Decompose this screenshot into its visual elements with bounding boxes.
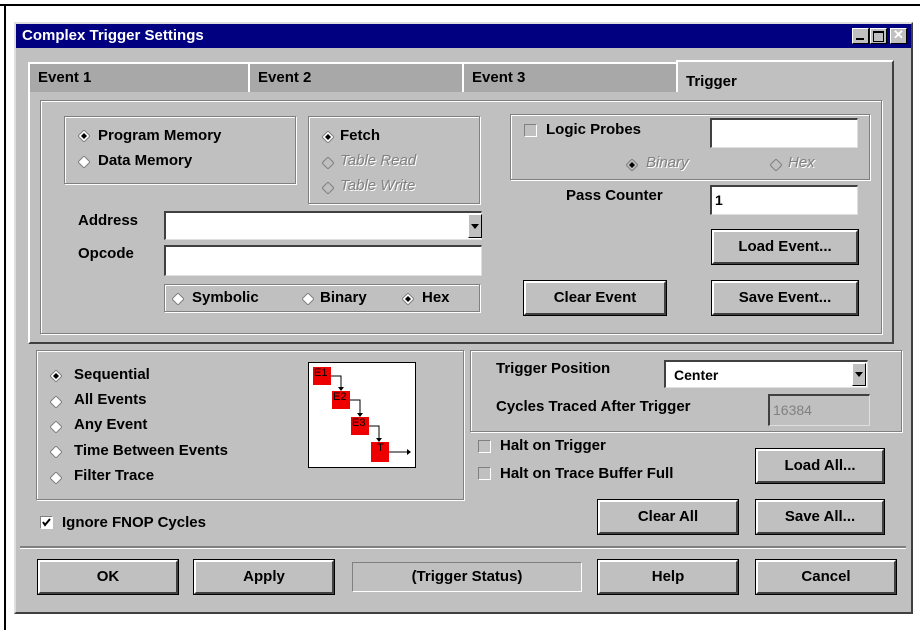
frame-top	[0, 4, 920, 6]
cycles-traced-label: Cycles Traced After Trigger	[496, 398, 691, 415]
sequential-label: Sequential	[74, 366, 150, 383]
cancel-button[interactable]: Cancel	[755, 559, 897, 595]
all-events-radio[interactable]	[49, 395, 63, 409]
halt-on-trigger-checkbox[interactable]	[478, 440, 491, 453]
binary-radio[interactable]	[301, 292, 315, 306]
save-all-button[interactable]: Save All...	[755, 499, 885, 535]
data-memory-label: Data Memory	[98, 152, 193, 169]
address-combobox[interactable]	[164, 211, 482, 240]
table-read-label: Table Read	[340, 152, 417, 169]
address-label: Address	[78, 212, 139, 229]
fetch-radio[interactable]	[321, 130, 335, 144]
address-dropdown-button[interactable]	[468, 214, 482, 238]
help-button[interactable]: Help	[597, 559, 739, 595]
probe-hex-radio[interactable]	[769, 158, 783, 172]
frame-left	[4, 4, 6, 630]
binary-label: Binary	[320, 289, 367, 306]
probe-binary-label: Binary	[646, 154, 689, 171]
pass-counter-input[interactable]: 1	[710, 185, 858, 215]
filter-trace-label: Filter Trace	[74, 467, 155, 484]
sequence-arrows-icon	[331, 375, 411, 455]
tab-trigger[interactable]: Trigger	[676, 60, 894, 94]
halt-on-trigger-label: Halt on Trigger	[500, 437, 606, 454]
trigger-status: (Trigger Status)	[352, 562, 582, 592]
logic-probes-input[interactable]	[710, 118, 858, 148]
cycles-traced-input[interactable]: 16384	[768, 394, 870, 426]
load-event-button[interactable]: Load Event...	[711, 229, 859, 265]
maximize-button[interactable]	[870, 28, 887, 44]
program-memory-radio[interactable]	[77, 129, 91, 143]
fetch-label: Fetch	[340, 127, 381, 144]
table-write-radio[interactable]	[321, 181, 335, 195]
ok-button[interactable]: OK	[37, 559, 179, 595]
checkmark-icon	[42, 518, 51, 527]
opcode-input[interactable]	[164, 245, 482, 276]
symbolic-label: Symbolic	[192, 289, 259, 306]
table-write-label: Table Write	[340, 177, 416, 194]
probe-hex-label: Hex	[788, 154, 815, 171]
ignore-fnop-checkbox[interactable]	[40, 516, 53, 529]
sequence-diagram: E1 E2 E3 T	[308, 362, 416, 468]
trigger-position-dropdown-button[interactable]	[852, 363, 866, 386]
hex-label: Hex	[422, 289, 450, 306]
time-between-events-radio[interactable]	[49, 445, 63, 459]
load-all-button[interactable]: Load All...	[755, 448, 885, 484]
minimize-button[interactable]	[852, 28, 869, 44]
all-events-label: All Events	[74, 391, 147, 408]
time-between-events-label: Time Between Events	[74, 442, 228, 459]
clear-event-button[interactable]: Clear Event	[523, 280, 667, 316]
halt-on-buffer-full-label: Halt on Trace Buffer Full	[500, 465, 674, 482]
apply-button[interactable]: Apply	[193, 559, 335, 595]
logic-probes-label: Logic Probes	[546, 121, 642, 138]
save-event-button[interactable]: Save Event...	[711, 280, 859, 316]
hex-radio[interactable]	[401, 292, 415, 306]
title-bar[interactable]: Complex Trigger Settings ✕	[16, 24, 911, 48]
program-memory-label: Program Memory	[98, 127, 222, 144]
logic-probes-checkbox[interactable]	[524, 124, 537, 137]
sequential-radio[interactable]	[49, 369, 63, 383]
chevron-down-icon	[855, 372, 863, 377]
close-icon: ✕	[893, 27, 904, 42]
chevron-down-icon	[471, 224, 479, 229]
halt-on-buffer-full-checkbox[interactable]	[478, 467, 491, 480]
tab-event-1[interactable]: Event 1	[28, 62, 252, 92]
data-memory-radio[interactable]	[77, 155, 91, 169]
pass-counter-label: Pass Counter	[566, 187, 663, 204]
probe-binary-radio[interactable]	[625, 158, 639, 172]
tab-event-2[interactable]: Event 2	[248, 62, 468, 92]
table-read-radio[interactable]	[321, 156, 335, 170]
window-title: Complex Trigger Settings	[22, 27, 204, 44]
opcode-label: Opcode	[78, 245, 134, 262]
close-button[interactable]: ✕	[890, 27, 907, 44]
symbolic-radio[interactable]	[171, 292, 185, 306]
clear-all-button[interactable]: Clear All	[597, 499, 739, 535]
ignore-fnop-label: Ignore FNOP Cycles	[62, 514, 206, 531]
trigger-position-select[interactable]: Center	[664, 360, 868, 388]
filter-trace-radio[interactable]	[49, 471, 63, 485]
trigger-position-label: Trigger Position	[496, 360, 611, 377]
any-event-radio[interactable]	[49, 420, 63, 434]
any-event-label: Any Event	[74, 416, 148, 433]
tab-event-3[interactable]: Event 3	[462, 62, 682, 92]
